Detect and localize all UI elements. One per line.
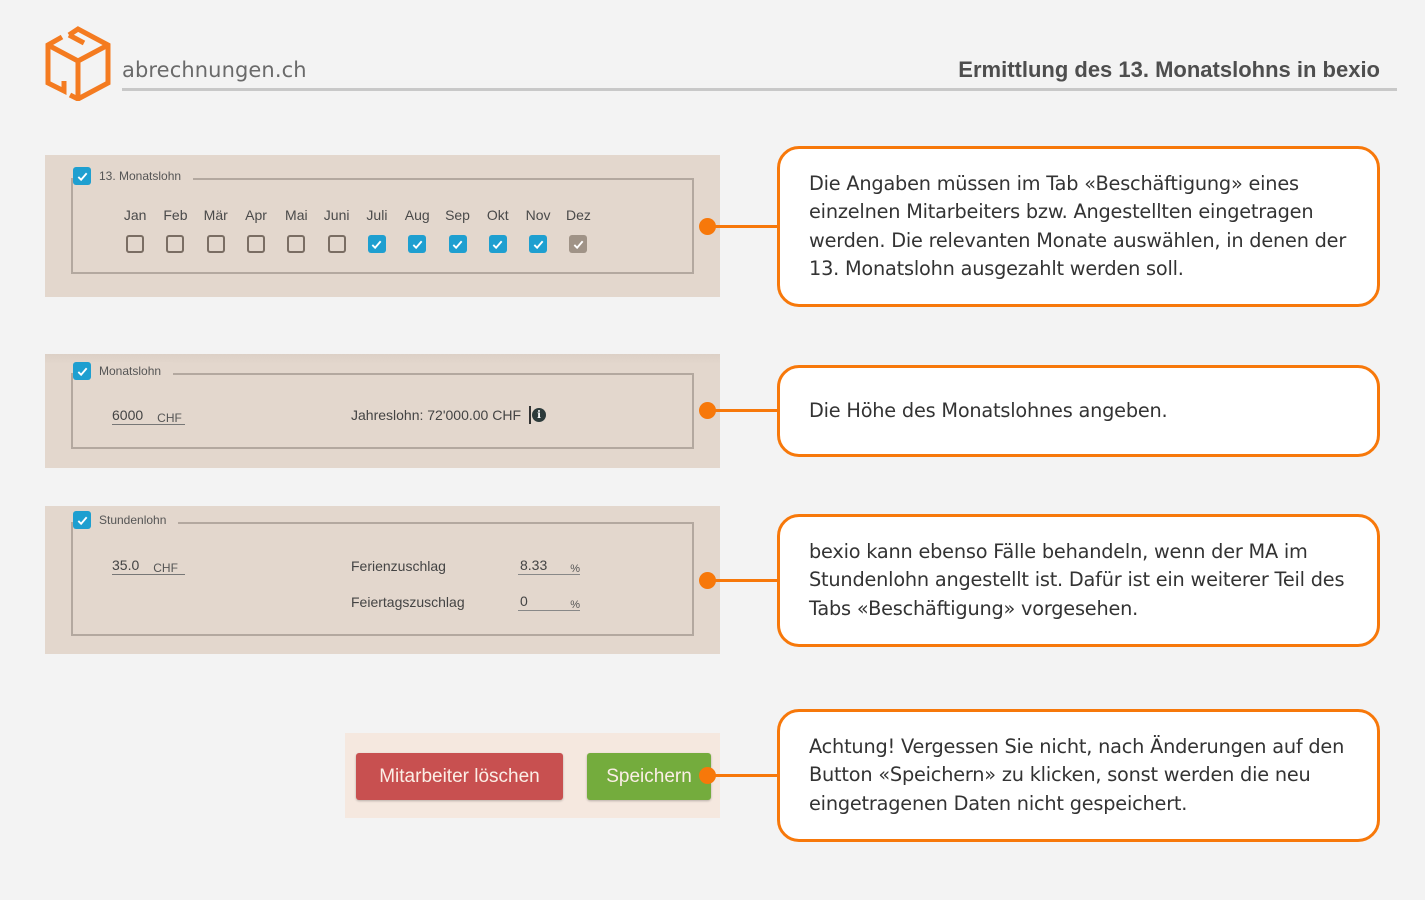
hourly-salary-unit: CHF bbox=[153, 561, 178, 575]
callout-save: Achtung! Vergessen Sie nicht, nach Änder… bbox=[777, 709, 1380, 842]
month-aug: Aug bbox=[397, 207, 437, 253]
month-checkbox[interactable] bbox=[408, 235, 427, 253]
connector-line-4 bbox=[708, 774, 780, 777]
delete-employee-button[interactable]: Mitarbeiter löschen bbox=[356, 753, 563, 800]
callout-text: Achtung! Vergessen Sie nicht, nach Änder… bbox=[809, 734, 1345, 815]
brand-name: abrechnungen.ch bbox=[122, 58, 307, 82]
month-label: Sep bbox=[445, 207, 470, 223]
holiday-supplement-value[interactable]: 0 bbox=[520, 593, 528, 609]
month-checkbox[interactable] bbox=[488, 235, 507, 253]
check-icon bbox=[412, 240, 423, 249]
month-checkbox[interactable] bbox=[206, 235, 225, 253]
month-juli: Juli bbox=[357, 207, 397, 253]
month-label: Aug bbox=[404, 207, 430, 223]
month-checkbox[interactable] bbox=[166, 235, 185, 253]
month-label: Nov bbox=[525, 207, 551, 223]
check-icon bbox=[77, 367, 87, 376]
vacation-supplement-value[interactable]: 8.33 bbox=[520, 557, 547, 573]
check-icon bbox=[452, 240, 463, 249]
annual-salary-text: Jahreslohn: 72'000.00 CHF bbox=[351, 407, 521, 423]
page-title: Ermittlung des 13. Monatslohns in bexio bbox=[958, 57, 1380, 82]
callout-text: Die Angaben müssen im Tab «Beschäftigung… bbox=[809, 171, 1347, 281]
month-label: Mai bbox=[285, 207, 308, 223]
annual-salary: Jahreslohn: 72'000.00 CHF i bbox=[351, 406, 547, 424]
check-icon bbox=[372, 240, 382, 249]
month-label: Dez bbox=[565, 207, 591, 223]
holiday-supplement-unit: % bbox=[570, 599, 580, 611]
connector-dot-3 bbox=[699, 572, 716, 589]
month-checkbox[interactable] bbox=[367, 235, 386, 253]
check-icon bbox=[492, 240, 503, 249]
action-bar: Mitarbeiter löschen Speichern bbox=[345, 733, 720, 818]
thirteenth-salary-checkbox[interactable] bbox=[73, 167, 91, 185]
check-icon bbox=[77, 172, 87, 181]
month-sep: Sep bbox=[437, 207, 477, 253]
month-checkbox[interactable] bbox=[529, 235, 548, 253]
cube-icon bbox=[45, 26, 111, 101]
callout-months: Die Angaben müssen im Tab «Beschäftigung… bbox=[777, 146, 1380, 307]
hourly-salary-label: Stundenlohn bbox=[99, 513, 167, 527]
month-checkbox[interactable] bbox=[287, 235, 306, 253]
month-feb: Feb bbox=[155, 207, 195, 253]
month-label: Jan bbox=[123, 207, 147, 223]
callout-monthly-salary: Die Höhe des Monatslohnes angeben. bbox=[777, 365, 1380, 457]
hourly-salary-fieldset bbox=[71, 522, 694, 636]
check-icon bbox=[573, 240, 584, 249]
month-juni: Juni bbox=[316, 207, 356, 253]
connector-dot-4 bbox=[699, 767, 716, 784]
month-checkbox[interactable] bbox=[448, 235, 467, 253]
monthly-salary-legend: Monatslohn bbox=[73, 362, 174, 380]
monthly-salary-checkbox[interactable] bbox=[73, 362, 91, 380]
month-label: Juni bbox=[323, 207, 350, 223]
check-icon bbox=[533, 240, 543, 249]
month-mai: Mai bbox=[276, 207, 316, 253]
check-icon bbox=[77, 516, 87, 525]
connector-dot-1 bbox=[699, 218, 716, 235]
holiday-supplement-input[interactable]: 0 % bbox=[518, 593, 580, 611]
month-okt: Okt bbox=[478, 207, 518, 253]
callout-text: bexio kann ebenso Fälle behandeln, wenn … bbox=[809, 539, 1345, 620]
holiday-supplement-label: Feiertagszuschlag bbox=[351, 594, 465, 610]
month-mär: Mär bbox=[196, 207, 236, 253]
thirteenth-salary-label: 13. Monatslohn bbox=[99, 169, 182, 183]
hourly-salary-panel: Stundenlohn 35.0 CHF Ferienzuschlag 8.33… bbox=[45, 506, 720, 654]
hourly-salary-legend: Stundenlohn bbox=[73, 511, 179, 529]
hourly-salary-value[interactable]: 35.0 bbox=[112, 557, 139, 573]
month-checkbox[interactable] bbox=[327, 235, 346, 253]
connector-line-2 bbox=[708, 409, 780, 412]
month-dez: Dez bbox=[558, 207, 598, 253]
month-checkbox[interactable] bbox=[126, 235, 145, 253]
hourly-salary-checkbox[interactable] bbox=[73, 511, 91, 529]
callout-text: Die Höhe des Monatslohnes angeben. bbox=[809, 398, 1168, 422]
thirteenth-salary-legend: 13. Monatslohn bbox=[73, 167, 194, 185]
vacation-supplement-label: Ferienzuschlag bbox=[351, 558, 446, 574]
connector-dot-2 bbox=[699, 402, 716, 419]
monthly-salary-label: Monatslohn bbox=[99, 364, 162, 378]
month-label: Juli bbox=[366, 207, 388, 223]
month-label: Feb bbox=[163, 207, 188, 223]
month-selector: Jan Feb Mär Apr Mai Juni Juli Aug Sep Okt Nov Dez bbox=[115, 207, 599, 253]
connector-line-1 bbox=[708, 225, 780, 228]
month-label: Apr bbox=[245, 207, 267, 223]
info-icon[interactable]: i bbox=[529, 406, 547, 424]
thirteenth-salary-panel: 13. Monatslohn Jan Feb Mär Apr Mai Juni Juli Au… bbox=[45, 155, 720, 297]
save-button[interactable]: Speichern bbox=[587, 753, 711, 800]
callout-hourly-salary: bexio kann ebenso Fälle behandeln, wenn … bbox=[777, 514, 1380, 647]
header-divider bbox=[122, 88, 1397, 91]
month-checkbox[interactable] bbox=[247, 235, 266, 253]
month-label: Okt bbox=[486, 207, 509, 223]
connector-line-3 bbox=[708, 579, 780, 582]
month-checkbox[interactable] bbox=[569, 235, 588, 253]
hourly-salary-input[interactable]: 35.0 CHF bbox=[112, 557, 185, 575]
monthly-salary-panel: Monatslohn 6000 CHF Jahreslohn: 72'000.0… bbox=[45, 354, 720, 468]
month-label: Mär bbox=[203, 207, 228, 223]
month-apr: Apr bbox=[236, 207, 276, 253]
month-nov: Nov bbox=[518, 207, 558, 253]
monthly-salary-input[interactable]: 6000 CHF bbox=[112, 407, 185, 425]
vacation-supplement-unit: % bbox=[570, 563, 580, 575]
monthly-salary-value[interactable]: 6000 bbox=[112, 407, 143, 423]
month-jan: Jan bbox=[115, 207, 155, 253]
vacation-supplement-input[interactable]: 8.33 % bbox=[518, 557, 580, 575]
monthly-salary-unit: CHF bbox=[157, 411, 182, 425]
